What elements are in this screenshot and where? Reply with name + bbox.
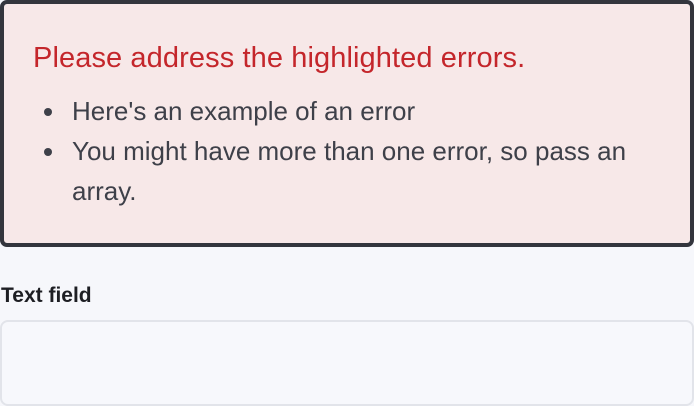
error-summary: Please address the highlighted errors. H… [0, 0, 694, 247]
text-field-input[interactable] [0, 320, 694, 406]
bullet-icon [44, 108, 52, 116]
error-message: You might have more than one error, so p… [72, 136, 627, 206]
error-summary-title: Please address the highlighted errors. [33, 42, 526, 74]
error-list-item: Here's an example of an error [33, 91, 666, 131]
text-field-label: Text field [1, 284, 92, 307]
bullet-icon [44, 148, 52, 156]
error-list: Here's an example of an error You might … [33, 91, 690, 211]
error-list-item: You might have more than one error, so p… [33, 131, 666, 211]
error-message: Here's an example of an error [72, 96, 416, 126]
